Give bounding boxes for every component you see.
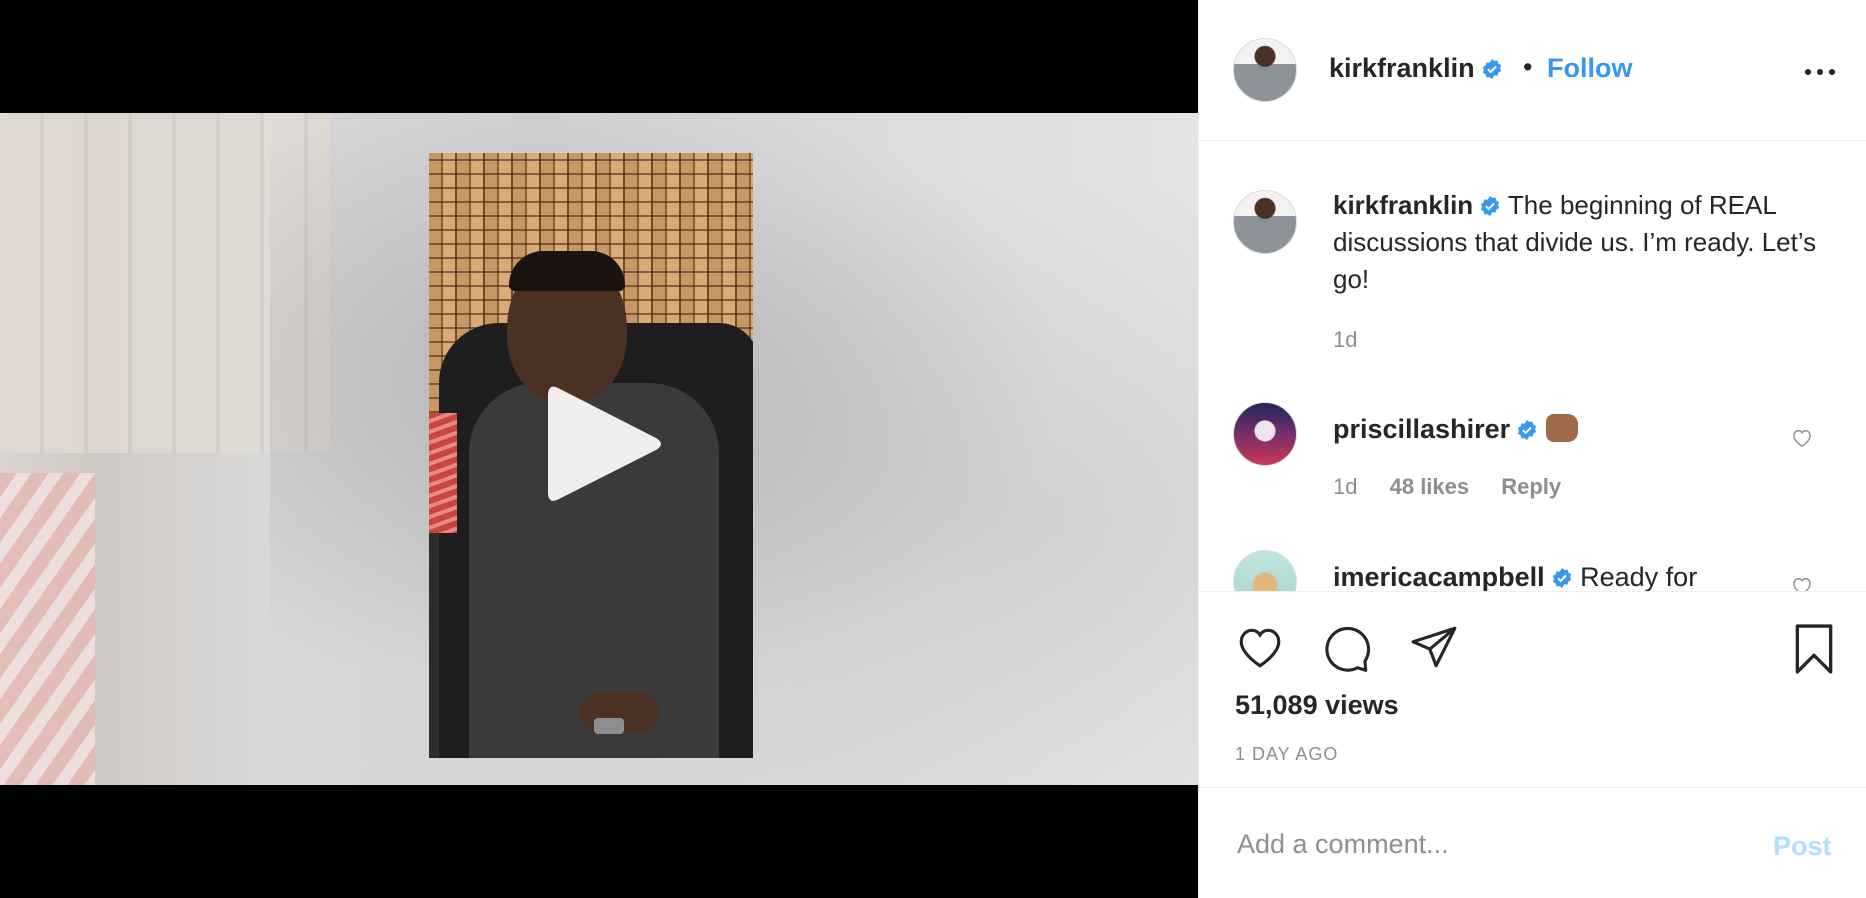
caption-timestamp[interactable]: 1d xyxy=(1333,327,1357,353)
caption-username[interactable]: kirkfranklin xyxy=(1333,190,1473,220)
comment-text: Ready for xyxy=(1572,562,1698,592)
caption-avatar[interactable] xyxy=(1233,190,1297,254)
comment-reply-button[interactable]: Reply xyxy=(1501,474,1561,499)
comment-timestamp[interactable]: 1d xyxy=(1333,474,1357,499)
verified-badge-icon xyxy=(1481,195,1500,217)
post-comment-button[interactable]: Post xyxy=(1773,831,1832,862)
red-pillow xyxy=(429,413,457,533)
author-avatar[interactable] xyxy=(1233,38,1297,102)
comment-button[interactable] xyxy=(1321,624,1373,674)
comment-heart-icon[interactable] xyxy=(1791,576,1813,592)
add-comment-bar: Post xyxy=(1199,789,1866,898)
post-timestamp[interactable]: 1 DAY AGO xyxy=(1235,744,1338,765)
more-options-icon[interactable] xyxy=(1803,60,1837,84)
caption-text: kirkfranklin The beginning of REAL discu… xyxy=(1333,187,1833,298)
commenter-username[interactable]: priscillashirer xyxy=(1333,414,1510,444)
save-button[interactable] xyxy=(1791,624,1837,674)
wrist-watch xyxy=(594,718,624,734)
commenter-avatar[interactable] xyxy=(1233,550,1297,591)
comment-meta: 1d 48 likes Reply xyxy=(1333,474,1587,500)
post-header: kirkfranklin • Follow xyxy=(1199,0,1866,141)
comment-bubble-icon xyxy=(1325,626,1371,672)
like-button[interactable] xyxy=(1235,624,1285,670)
commenter-avatar[interactable] xyxy=(1233,402,1297,466)
commenter-username[interactable]: imericacampbell xyxy=(1333,562,1545,591)
bookmark-icon xyxy=(1795,624,1833,674)
comments-list[interactable]: kirkfranklin The beginning of REAL discu… xyxy=(1199,142,1866,592)
header-separator: • xyxy=(1523,52,1533,82)
fist-bump-emoji xyxy=(1546,414,1579,442)
verified-badge-icon xyxy=(1552,567,1571,589)
comment-line: priscillashirer xyxy=(1333,414,1579,445)
comment-input[interactable] xyxy=(1237,819,1717,869)
author-username[interactable]: kirkfranklin xyxy=(1329,53,1503,84)
comment-line: imericacampbell Ready for xyxy=(1333,562,1698,592)
video-player[interactable] xyxy=(0,0,1198,898)
comment-likes-count[interactable]: 48 likes xyxy=(1390,474,1470,499)
video-background-blur-pillow xyxy=(0,473,95,785)
comment-heart-icon[interactable] xyxy=(1791,428,1813,448)
post-side-panel: kirkfranklin • Follow kirkfranklin The b… xyxy=(1198,0,1866,898)
person-hair xyxy=(509,251,625,291)
verified-badge-icon xyxy=(1518,419,1537,441)
views-count[interactable]: 51,089 views xyxy=(1235,690,1399,721)
heart-icon xyxy=(1239,628,1281,668)
verified-badge-icon xyxy=(1482,58,1501,80)
follow-button[interactable]: Follow xyxy=(1547,53,1632,84)
share-button[interactable] xyxy=(1409,624,1459,670)
post-actions: 51,089 views 1 DAY AGO xyxy=(1199,592,1866,788)
play-icon[interactable] xyxy=(544,380,666,508)
paper-plane-icon xyxy=(1411,626,1457,668)
